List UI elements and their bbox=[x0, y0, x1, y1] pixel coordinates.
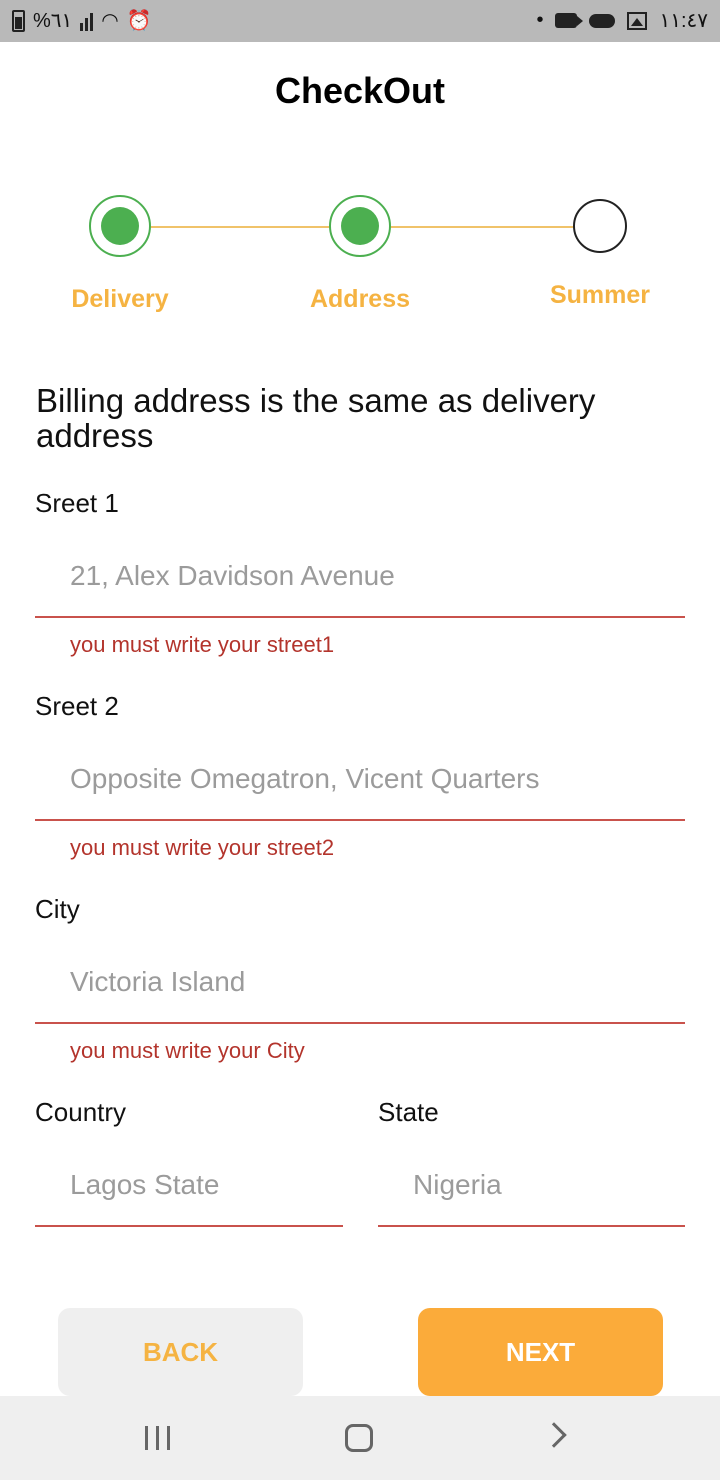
city-label: City bbox=[35, 894, 80, 924]
step-connector-1 bbox=[150, 226, 330, 228]
next-button[interactable]: NEXT bbox=[418, 1308, 663, 1396]
street1-underline bbox=[35, 616, 685, 618]
clock: ١١:٤٧ bbox=[659, 10, 708, 32]
step-address-label[interactable]: Address bbox=[270, 285, 450, 314]
battery-percent: %٦١ bbox=[33, 10, 73, 32]
step-connector-2 bbox=[390, 226, 575, 228]
street1-error: you must write your street1 bbox=[70, 632, 335, 657]
city-underline bbox=[35, 1022, 685, 1024]
city-input[interactable] bbox=[70, 962, 670, 1002]
billing-headline: Billing address is the same as delivery … bbox=[36, 382, 596, 454]
status-right: • ١١:٤٧ bbox=[536, 8, 708, 33]
city-error: you must write your City bbox=[70, 1038, 305, 1063]
step-summer-label[interactable]: Summer bbox=[510, 281, 690, 310]
recent-apps-icon[interactable] bbox=[145, 1426, 170, 1450]
battery-icon bbox=[12, 9, 25, 32]
cloud-icon bbox=[589, 13, 616, 28]
status-left: %٦١ ◠ ⏰ bbox=[12, 8, 152, 33]
back-nav-icon[interactable] bbox=[541, 1422, 567, 1448]
country-input[interactable] bbox=[70, 1165, 340, 1205]
street2-underline bbox=[35, 819, 685, 821]
step-delivery-label[interactable]: Delivery bbox=[30, 285, 210, 314]
street2-input[interactable] bbox=[70, 759, 670, 799]
step-summer-indicator[interactable] bbox=[573, 199, 627, 253]
video-icon bbox=[555, 13, 584, 28]
street2-label: Sreet 2 bbox=[35, 691, 119, 721]
notification-dot: • bbox=[536, 9, 544, 31]
step-address-indicator[interactable] bbox=[329, 195, 391, 257]
state-input[interactable] bbox=[413, 1165, 683, 1205]
state-underline bbox=[378, 1225, 685, 1227]
back-button[interactable]: BACK bbox=[58, 1308, 303, 1396]
state-label: State bbox=[378, 1097, 439, 1127]
signal-icon bbox=[80, 11, 94, 31]
alarm-icon: ⏰ bbox=[126, 10, 152, 32]
system-nav-bar bbox=[0, 1396, 720, 1480]
street2-error: you must write your street2 bbox=[70, 835, 335, 860]
image-icon bbox=[627, 11, 648, 30]
country-label: Country bbox=[35, 1097, 127, 1127]
page-title: CheckOut bbox=[274, 70, 446, 111]
checkout-stepper: Delivery Address Summer bbox=[0, 195, 720, 325]
country-underline bbox=[35, 1225, 343, 1227]
street1-input[interactable] bbox=[70, 556, 670, 596]
status-bar: %٦١ ◠ ⏰ • ١١:٤٧ bbox=[0, 0, 720, 42]
home-icon[interactable] bbox=[345, 1424, 373, 1452]
wifi-icon: ◠ bbox=[101, 10, 119, 32]
street1-label: Sreet 1 bbox=[35, 488, 119, 518]
step-delivery-indicator[interactable] bbox=[89, 195, 151, 257]
